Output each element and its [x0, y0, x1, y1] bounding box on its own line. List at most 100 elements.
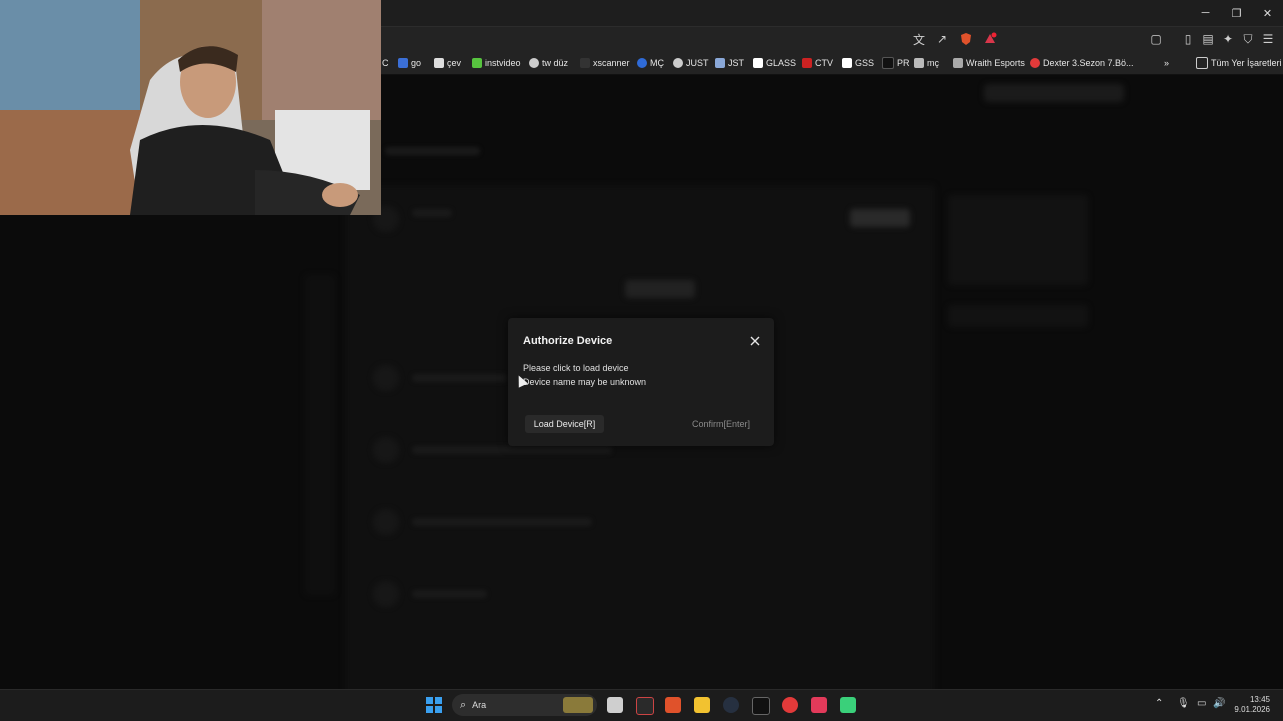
- site-icon: [882, 57, 894, 69]
- site-icon: [715, 58, 725, 68]
- window-controls: ─ ❐ ✕: [1190, 0, 1283, 26]
- microphone-icon[interactable]: 🎙: [1177, 698, 1190, 709]
- bookmark-label: tw düz: [542, 58, 569, 68]
- globe-icon: [673, 58, 683, 68]
- bookmark-label: go: [411, 58, 422, 68]
- site-icon: [953, 58, 963, 68]
- bookmark-label: GSS: [855, 58, 875, 68]
- blurred-side-card: [948, 305, 1088, 327]
- bookmark-item[interactable]: go: [398, 56, 421, 70]
- wallet-icon[interactable]: ▤: [1201, 32, 1215, 46]
- steam-icon[interactable]: [723, 697, 739, 713]
- clock-date: 9.01.2026: [1234, 705, 1270, 714]
- site-icon: [802, 58, 812, 68]
- site-icon: [637, 58, 647, 68]
- close-window-button[interactable]: ✕: [1252, 0, 1283, 26]
- brave-rewards-icon[interactable]: [983, 32, 997, 46]
- search-highlight-icon: [563, 697, 593, 713]
- app-icon[interactable]: [840, 697, 856, 713]
- site-icon: [753, 58, 763, 68]
- load-device-button[interactable]: Load Device[R]: [525, 415, 604, 433]
- site-icon: [914, 58, 924, 68]
- download-icon: [472, 58, 482, 68]
- bookmark-item[interactable]: JUST: [673, 56, 709, 70]
- close-icon[interactable]: [748, 334, 762, 348]
- bookmark-item[interactable]: PR: [882, 56, 910, 70]
- bookmark-label: GLASS: [766, 58, 797, 68]
- bookmark-item[interactable]: xscanner: [580, 56, 630, 70]
- bookmarks-overflow-button[interactable]: »: [1164, 56, 1169, 70]
- bookmark-label: JUST: [686, 58, 709, 68]
- blurred-icon: [373, 581, 399, 607]
- app-icon[interactable]: [636, 697, 654, 715]
- vpn-icon[interactable]: ⛉: [1241, 32, 1255, 46]
- dialog-title: Authorize Device: [523, 335, 613, 347]
- minimize-button[interactable]: ─: [1190, 0, 1221, 26]
- brave-browser-icon[interactable]: [665, 697, 681, 713]
- bookmark-item[interactable]: JST: [715, 56, 744, 70]
- authorize-device-dialog: Authorize Device Please click to load de…: [508, 318, 774, 446]
- blurred-icon: [373, 437, 399, 463]
- globe-icon: [529, 58, 539, 68]
- blurred-button: [850, 209, 910, 227]
- brave-shield-icon[interactable]: [959, 32, 973, 46]
- bookmark-item[interactable]: MÇ: [637, 56, 664, 70]
- bookmark-item[interactable]: GSS: [842, 56, 874, 70]
- tray-overflow-icon[interactable]: ⌃: [1155, 698, 1163, 709]
- xscanner-icon: [580, 58, 590, 68]
- bookmark-label: C: [382, 58, 389, 68]
- blurred-text: [412, 446, 612, 454]
- all-bookmarks-button[interactable]: Tüm Yer İşaretleri: [1196, 56, 1282, 70]
- leo-ai-icon[interactable]: ✦: [1221, 32, 1235, 46]
- sidebar-icon[interactable]: ▯: [1181, 32, 1195, 46]
- app-icon[interactable]: [782, 697, 798, 713]
- blurred-text: [412, 374, 507, 382]
- app-icon[interactable]: [811, 697, 827, 713]
- bookmark-label: instvideo: [485, 58, 521, 68]
- app-icon[interactable]: [752, 697, 770, 715]
- bookmark-item[interactable]: tw düz: [529, 56, 568, 70]
- blurred-text: [412, 209, 452, 217]
- blurred-button: [625, 280, 695, 298]
- webcam-overlay: [0, 0, 381, 215]
- chevron-right-icon: »: [1164, 58, 1170, 68]
- task-view-icon[interactable]: [607, 697, 623, 713]
- bookmark-label: MÇ: [650, 58, 664, 68]
- start-menu-icon[interactable]: [426, 697, 442, 713]
- blurred-side-card: [948, 195, 1088, 285]
- taskbar-search[interactable]: ⌕ Ara: [452, 694, 597, 716]
- bookmark-label: Dexter 3.Sezon 7.Bö...: [1043, 58, 1134, 68]
- blurred-icon: [373, 509, 399, 535]
- translate-icon[interactable]: 文: [912, 32, 926, 47]
- bookmark-label: mç: [927, 58, 939, 68]
- file-explorer-icon[interactable]: [694, 697, 710, 713]
- blurred-text: [412, 590, 487, 598]
- restore-button[interactable]: ❐: [1221, 0, 1252, 26]
- bookmark-item[interactable]: çev: [434, 56, 461, 70]
- dialog-message: Please click to load device: [523, 363, 629, 373]
- bookmark-item[interactable]: mç: [914, 56, 939, 70]
- system-clock[interactable]: 13:45 9.01.2026: [1234, 695, 1270, 715]
- network-icon[interactable]: ▭: [1197, 698, 1206, 709]
- translate-bookmark-icon: [434, 58, 444, 68]
- bookmark-label: JST: [728, 58, 745, 68]
- blurred-side-strip: [305, 275, 335, 595]
- bookmark-label: Tüm Yer İşaretleri: [1211, 58, 1282, 68]
- screenshot-icon[interactable]: ▢: [1149, 32, 1163, 46]
- bookmark-item[interactable]: GLASS: [753, 56, 796, 70]
- bookmark-item[interactable]: Wraith Esports: [953, 56, 1025, 70]
- bookmark-item[interactable]: C: [382, 56, 389, 70]
- confirm-button[interactable]: Confirm[Enter]: [685, 415, 757, 433]
- share-icon[interactable]: ↗: [935, 32, 949, 46]
- search-placeholder: Ara: [472, 700, 487, 710]
- volume-icon[interactable]: 🔊: [1213, 698, 1225, 709]
- search-icon: ⌕: [460, 698, 467, 711]
- bookmark-item[interactable]: CTV: [802, 56, 833, 70]
- bookmark-label: xscanner: [593, 58, 630, 68]
- bookmark-item[interactable]: Dexter 3.Sezon 7.Bö...: [1030, 56, 1134, 70]
- clock-time: 13:45: [1249, 695, 1270, 704]
- bookmark-item[interactable]: instvideo: [472, 56, 521, 70]
- menu-icon[interactable]: ☰: [1261, 32, 1275, 46]
- blurred-text: [412, 518, 592, 526]
- site-icon: [842, 58, 852, 68]
